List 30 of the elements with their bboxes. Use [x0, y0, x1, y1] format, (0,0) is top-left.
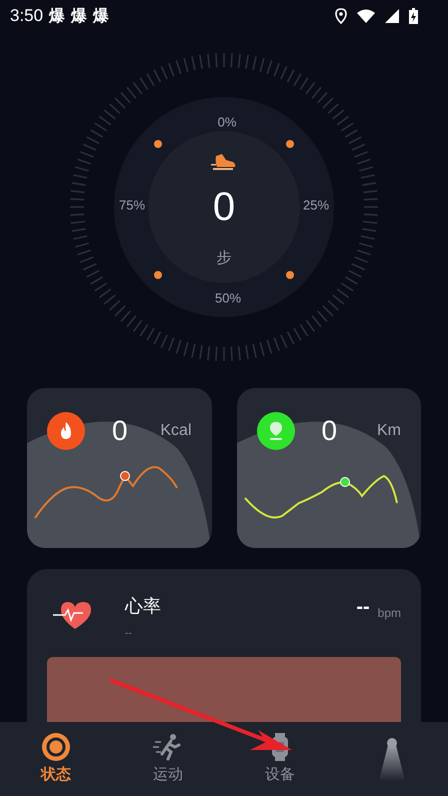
notification-icon: 爆 — [93, 4, 110, 28]
signal-icon — [385, 9, 399, 23]
runner-icon — [153, 732, 183, 762]
card-unit: Km — [377, 421, 401, 441]
distance-card[interactable]: 0 Km — [236, 388, 421, 548]
heart-rate-card[interactable]: 心率 -- -- bpm — [27, 569, 421, 722]
status-time: 3:50 — [10, 5, 44, 28]
step-count: 0 — [212, 187, 236, 227]
location-icon — [335, 8, 347, 24]
notification-icon: 爆 — [71, 4, 88, 28]
card-value: 0 — [322, 417, 338, 445]
nav-tab[interactable]: 状态 — [0, 722, 112, 796]
card-value: 0 — [112, 417, 128, 445]
card-unit: Kcal — [160, 421, 192, 441]
nav-tab[interactable]: 运动 — [112, 722, 224, 796]
heart-rate-unit: bpm — [378, 607, 401, 619]
wifi-icon — [357, 9, 375, 23]
lamp-icon — [377, 737, 407, 781]
percent-label: 75% — [118, 198, 146, 212]
notification-icon: 爆 — [49, 4, 66, 28]
battery-icon — [409, 8, 418, 24]
ring-icon — [41, 732, 71, 762]
heart-rate-subtitle: -- — [125, 627, 133, 641]
calories-card[interactable]: 0 Kcal — [27, 388, 212, 548]
heart-rate-title: 心率 — [125, 595, 161, 618]
percent-label: 50% — [214, 292, 242, 304]
step-unit: 步 — [216, 250, 232, 266]
percent-label: 25% — [302, 198, 330, 212]
heart-rate-value: -- — [356, 597, 370, 617]
percent-label: 0% — [218, 116, 236, 128]
